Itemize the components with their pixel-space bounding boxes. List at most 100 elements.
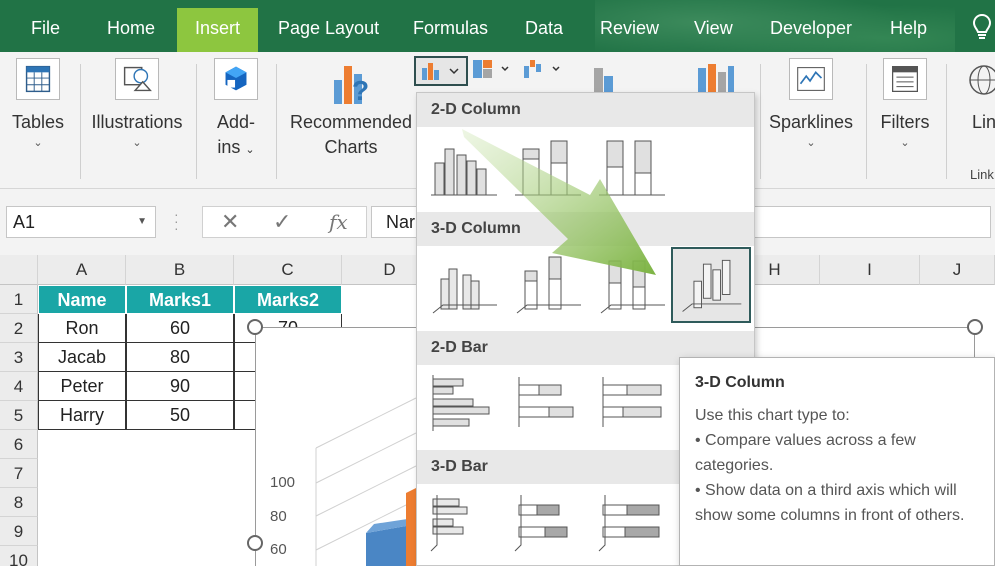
3d-clustered-bar-icon[interactable] bbox=[427, 491, 507, 566]
table-cell[interactable]: 50 bbox=[126, 401, 234, 430]
column-header[interactable]: A bbox=[38, 255, 126, 285]
tab-review[interactable]: Review bbox=[585, 8, 674, 52]
row-header[interactable]: 1 bbox=[0, 285, 38, 314]
tab-formulas[interactable]: Formulas bbox=[398, 8, 503, 52]
chevron-down-icon: ⌄ bbox=[900, 137, 910, 149]
confirm-icon[interactable]: ✓ bbox=[273, 209, 291, 235]
name-box[interactable]: A1 ▼ bbox=[6, 206, 156, 238]
links-button[interactable]: Lin Link bbox=[954, 52, 995, 189]
table-cell[interactable]: 90 bbox=[126, 372, 234, 401]
sparklines-button[interactable]: Sparklines ⌄ bbox=[766, 52, 856, 189]
tab-home[interactable]: Home bbox=[92, 8, 170, 52]
resize-handle[interactable] bbox=[247, 535, 263, 551]
3d-percent-stacked-bar-icon[interactable] bbox=[595, 491, 675, 566]
shapes-icon bbox=[115, 58, 159, 100]
illustrations-button[interactable]: Illustrations ⌄ bbox=[88, 52, 186, 189]
links-label: Lin bbox=[972, 112, 995, 132]
sparkline-icon bbox=[789, 58, 833, 100]
resize-handle[interactable] bbox=[247, 319, 263, 335]
percent-stacked-bar-icon[interactable] bbox=[595, 371, 675, 447]
name-box-value: A1 bbox=[13, 212, 36, 232]
cancel-icon[interactable]: ✕ bbox=[221, 209, 239, 235]
hierarchy-chart-icon bbox=[473, 60, 509, 78]
column-header[interactable]: J bbox=[920, 255, 995, 285]
3d-column-icon[interactable] bbox=[671, 247, 751, 323]
row-header[interactable]: 2 bbox=[0, 314, 38, 343]
insert-function-icon[interactable]: fx bbox=[329, 210, 348, 234]
tables-button[interactable]: Tables ⌄ bbox=[6, 52, 70, 189]
ribbon-divider bbox=[760, 64, 761, 179]
ribbon-divider bbox=[196, 64, 197, 179]
ribbon-divider bbox=[866, 64, 867, 179]
column-header[interactable]: I bbox=[820, 255, 920, 285]
3d-stacked-bar-icon[interactable] bbox=[511, 491, 591, 566]
chevron-down-icon: ⌄ bbox=[132, 137, 142, 149]
recommended-line1: Recommended bbox=[289, 112, 413, 132]
y-axis-tick: 100 bbox=[270, 474, 296, 491]
addins-label-line2: ins ⌄ bbox=[206, 135, 266, 163]
clustered-bar-icon[interactable] bbox=[427, 371, 507, 447]
filter-icon bbox=[883, 58, 927, 100]
table-header-cell[interactable]: Name bbox=[38, 285, 126, 314]
table-header-cell[interactable]: Marks2 bbox=[234, 285, 342, 314]
waterfall-chart-icon bbox=[524, 60, 560, 78]
select-all-corner[interactable] bbox=[0, 255, 38, 285]
row-header[interactable]: 6 bbox=[0, 430, 38, 459]
chevron-down-icon[interactable]: ▼ bbox=[137, 207, 147, 237]
resize-handle[interactable] bbox=[967, 319, 983, 335]
addins-cube-icon bbox=[214, 58, 258, 100]
tab-data[interactable]: Data bbox=[510, 8, 578, 52]
tab-file[interactable]: File bbox=[16, 8, 75, 52]
chart-type-tooltip: 3-D Column Use this chart type to: • Com… bbox=[679, 357, 995, 566]
row-header[interactable]: 10 bbox=[0, 546, 38, 566]
row-header[interactable]: 4 bbox=[0, 372, 38, 401]
chevron-down-icon: ⌄ bbox=[33, 137, 43, 149]
filters-label: Filters bbox=[880, 112, 930, 132]
lightbulb-icon[interactable] bbox=[973, 14, 991, 40]
table-icon bbox=[16, 58, 60, 100]
ribbon-divider bbox=[276, 64, 277, 179]
row-header[interactable]: 3 bbox=[0, 343, 38, 372]
column-chart-icon bbox=[422, 63, 459, 80]
tab-insert[interactable]: Insert bbox=[177, 8, 258, 52]
globe-link-icon bbox=[969, 65, 995, 95]
statistic-chart-icon[interactable] bbox=[590, 64, 620, 94]
chevron-down-icon: ⌄ bbox=[806, 137, 816, 149]
table-header-cell[interactable]: Marks1 bbox=[126, 285, 234, 314]
row-header[interactable]: 9 bbox=[0, 517, 38, 546]
table-cell[interactable]: Ron bbox=[38, 314, 126, 343]
gallery-section-2d-column: 2-D Column bbox=[417, 93, 754, 127]
column-header[interactable]: C bbox=[234, 255, 342, 285]
filters-button[interactable]: Filters ⌄ bbox=[872, 52, 938, 189]
addins-button[interactable]: Add- ins ⌄ bbox=[206, 52, 266, 189]
stacked-bar-icon[interactable] bbox=[511, 371, 591, 447]
row-header[interactable]: 5 bbox=[0, 401, 38, 430]
tables-label: Tables bbox=[11, 112, 65, 132]
row-header[interactable]: 7 bbox=[0, 459, 38, 488]
table-cell[interactable]: Jacab bbox=[38, 343, 126, 372]
y-axis-tick: 60 bbox=[270, 541, 287, 558]
formula-bar-grip[interactable]: · · · bbox=[174, 207, 179, 235]
column-header[interactable]: B bbox=[126, 255, 234, 285]
tab-help[interactable]: Help bbox=[875, 8, 942, 52]
map-chart-icon[interactable] bbox=[694, 62, 738, 96]
table-cell[interactable]: 80 bbox=[126, 343, 234, 372]
table-cell[interactable]: Harry bbox=[38, 401, 126, 430]
table-cell[interactable]: Peter bbox=[38, 372, 126, 401]
tab-view[interactable]: View bbox=[679, 8, 748, 52]
svg-text:?: ? bbox=[352, 75, 369, 106]
ribbon-divider bbox=[80, 64, 81, 179]
waterfall-chart-button[interactable] bbox=[520, 56, 566, 86]
insert-column-chart-button[interactable] bbox=[414, 56, 468, 86]
tab-page-layout[interactable]: Page Layout bbox=[263, 8, 394, 52]
tooltip-bullet: • Show data on a third axis which will s… bbox=[695, 482, 965, 524]
recommended-charts-label: Recommended Charts bbox=[288, 110, 414, 160]
recommended-charts-button[interactable]: ? Recommended Charts bbox=[288, 52, 414, 189]
illustrations-label: Illustrations bbox=[91, 112, 183, 132]
chevron-down-icon: ⌄ bbox=[245, 144, 255, 156]
row-header[interactable]: 8 bbox=[0, 488, 38, 517]
y-axis-tick: 80 bbox=[270, 508, 287, 525]
table-cell[interactable]: 60 bbox=[126, 314, 234, 343]
tab-developer[interactable]: Developer bbox=[755, 8, 867, 52]
hierarchy-chart-button[interactable] bbox=[470, 56, 514, 86]
